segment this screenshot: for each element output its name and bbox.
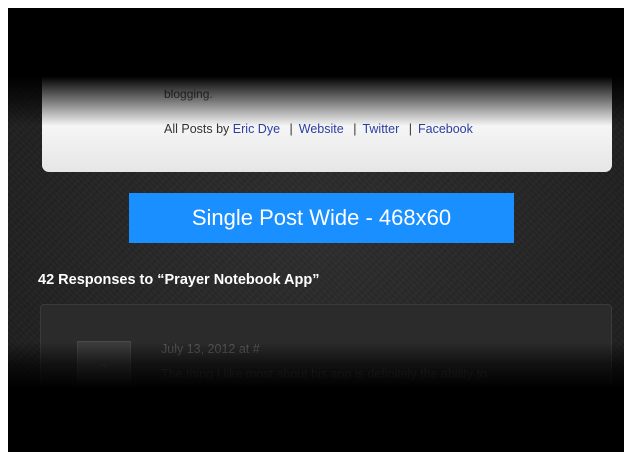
- author-links: All Posts by Eric Dye | Website | Twitter …: [164, 122, 473, 136]
- comment-card: ? July 13, 2012 at # The thing I like mo…: [40, 304, 612, 436]
- comment-date-link[interactable]: July 13, 2012 at #: [161, 342, 260, 356]
- link-separator: |: [289, 122, 293, 136]
- ad-banner[interactable]: Single Post Wide - 468x60: [129, 193, 514, 243]
- posts-by-label: All Posts by: [164, 122, 230, 136]
- facebook-link[interactable]: Facebook: [418, 122, 473, 136]
- twitter-link[interactable]: Twitter: [362, 122, 399, 136]
- responses-heading: 42 Responses to “Prayer Notebook App”: [38, 272, 320, 288]
- author-name-link[interactable]: Eric Dye: [233, 122, 280, 136]
- page-viewport: blogging. All Posts by Eric Dye | Website…: [8, 8, 624, 452]
- avatar-placeholder-icon: ?: [101, 362, 107, 374]
- author-bio-box: [42, 48, 612, 172]
- website-link[interactable]: Website: [299, 122, 344, 136]
- comment-text: The thing I like most about his app is d…: [161, 367, 487, 381]
- avatar: ?: [77, 341, 131, 395]
- author-bio-text: blogging.: [164, 87, 213, 101]
- link-separator: |: [408, 122, 412, 136]
- link-separator: |: [353, 122, 357, 136]
